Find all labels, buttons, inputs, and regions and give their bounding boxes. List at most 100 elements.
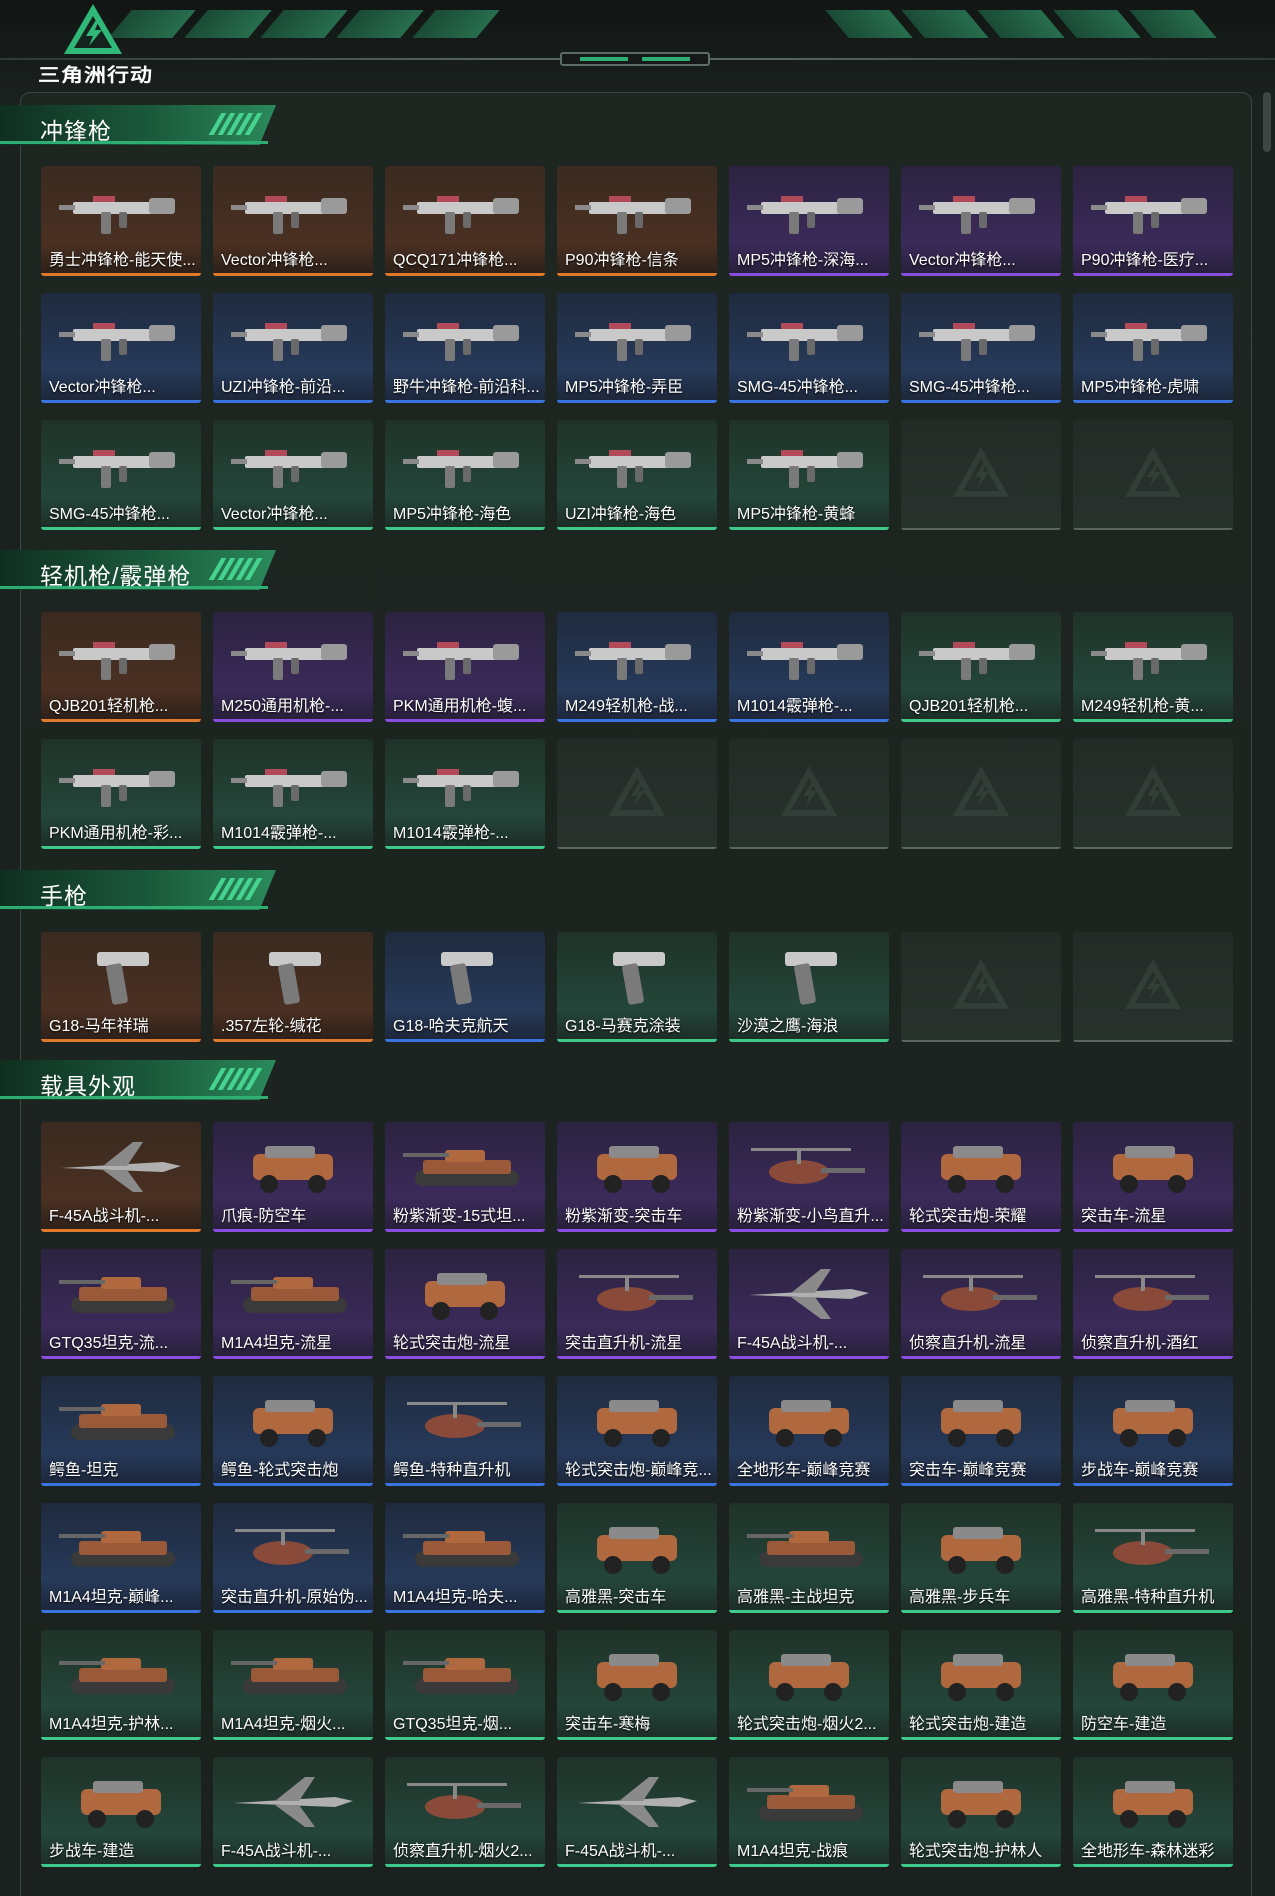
item-card[interactable]: 轮式突击炮-烟火2... bbox=[729, 1630, 889, 1740]
car-icon bbox=[569, 1515, 705, 1581]
item-card[interactable]: 轮式突击炮-建造 bbox=[901, 1630, 1061, 1740]
item-card[interactable]: 防空车-建造 bbox=[1073, 1630, 1233, 1740]
item-card[interactable]: SMG-45冲锋枪... bbox=[901, 293, 1061, 403]
item-card[interactable]: PKM通用机枪-彩... bbox=[41, 739, 201, 849]
item-card[interactable]: 突击直升机-原始伪... bbox=[213, 1503, 373, 1613]
item-card[interactable]: 鳄鱼-坦克 bbox=[41, 1376, 201, 1486]
item-label: G18-哈夫克航天 bbox=[393, 1018, 509, 1035]
item-card[interactable]: 爪痕-防空车 bbox=[213, 1122, 373, 1232]
item-card[interactable]: MP5冲锋枪-黄蜂 bbox=[729, 420, 889, 530]
item-card[interactable]: 粉紫渐变-突击车 bbox=[557, 1122, 717, 1232]
heli-icon bbox=[569, 1261, 705, 1327]
item-card[interactable]: 鳄鱼-特种直升机 bbox=[385, 1376, 545, 1486]
item-card[interactable]: M1014霰弹枪-... bbox=[385, 739, 545, 849]
item-card[interactable]: G18-马赛克涂装 bbox=[557, 932, 717, 1042]
car-icon bbox=[741, 1388, 877, 1454]
item-label: 轮式突击炮-巅峰竞... bbox=[565, 1462, 711, 1479]
item-card[interactable]: M1A4坦克-哈夫... bbox=[385, 1503, 545, 1613]
item-card[interactable]: G18-马年祥瑞 bbox=[41, 932, 201, 1042]
scrollbar[interactable] bbox=[1263, 92, 1271, 152]
item-card[interactable]: 轮式突击炮-护林人 bbox=[901, 1757, 1061, 1867]
item-card[interactable]: 轮式突击炮-荣耀 bbox=[901, 1122, 1061, 1232]
item-card[interactable]: 轮式突击炮-流星 bbox=[385, 1249, 545, 1359]
item-label: 侦察直升机-酒红 bbox=[1081, 1335, 1199, 1352]
item-card[interactable]: GTQ35坦克-烟... bbox=[385, 1630, 545, 1740]
item-label: PKM通用机枪-彩... bbox=[49, 825, 183, 842]
item-card[interactable]: 勇士冲锋枪-能天使... bbox=[41, 166, 201, 276]
item-card[interactable]: MP5冲锋枪-虎啸 bbox=[1073, 293, 1233, 403]
item-card[interactable]: M249轻机枪-战... bbox=[557, 612, 717, 722]
item-label: 轮式突击炮-荣耀 bbox=[909, 1208, 1027, 1225]
item-card[interactable]: F-45A战斗机-... bbox=[729, 1249, 889, 1359]
car-icon bbox=[569, 1388, 705, 1454]
item-card[interactable]: 全地形车-森林迷彩 bbox=[1073, 1757, 1233, 1867]
item-card[interactable]: 高雅黑-步兵车 bbox=[901, 1503, 1061, 1613]
item-card[interactable]: QJB201轻机枪... bbox=[901, 612, 1061, 722]
item-label: 轮式突击炮-建造 bbox=[909, 1716, 1027, 1733]
item-card[interactable]: .357左轮-缄花 bbox=[213, 932, 373, 1042]
item-card[interactable]: MP5冲锋枪-深海... bbox=[729, 166, 889, 276]
item-card[interactable]: 突击车-巅峰竞赛 bbox=[901, 1376, 1061, 1486]
item-card[interactable]: 轮式突击炮-巅峰竞... bbox=[557, 1376, 717, 1486]
item-card[interactable]: 侦察直升机-流星 bbox=[901, 1249, 1061, 1359]
item-card[interactable]: P90冲锋枪-信条 bbox=[557, 166, 717, 276]
item-card[interactable]: MP5冲锋枪-海色 bbox=[385, 420, 545, 530]
item-card[interactable]: 侦察直升机-烟火2... bbox=[385, 1757, 545, 1867]
section-banner: 冲锋枪 bbox=[0, 105, 276, 145]
item-card[interactable]: QCQ171冲锋枪... bbox=[385, 166, 545, 276]
item-card[interactable]: 突击车-寒梅 bbox=[557, 1630, 717, 1740]
tank-icon bbox=[397, 1515, 533, 1581]
item-card[interactable]: M1014霰弹枪-... bbox=[729, 612, 889, 722]
item-card[interactable]: 全地形车-巅峰竞赛 bbox=[729, 1376, 889, 1486]
item-card[interactable]: M250通用机枪-... bbox=[213, 612, 373, 722]
item-card[interactable]: Vector冲锋枪... bbox=[213, 420, 373, 530]
item-card[interactable]: 侦察直升机-酒红 bbox=[1073, 1249, 1233, 1359]
item-card[interactable]: MP5冲锋枪-弄臣 bbox=[557, 293, 717, 403]
item-label: 爪痕-防空车 bbox=[221, 1208, 307, 1225]
item-card[interactable]: F-45A战斗机-... bbox=[41, 1122, 201, 1232]
item-card[interactable]: GTQ35坦克-流... bbox=[41, 1249, 201, 1359]
item-card[interactable]: F-45A战斗机-... bbox=[557, 1757, 717, 1867]
item-card[interactable]: PKM通用机枪-蝮... bbox=[385, 612, 545, 722]
item-card[interactable]: 粉紫渐变-小鸟直升... bbox=[729, 1122, 889, 1232]
item-label: MP5冲锋枪-弄臣 bbox=[565, 379, 684, 396]
item-card[interactable]: UZI冲锋枪-海色 bbox=[557, 420, 717, 530]
item-card[interactable]: 高雅黑-特种直升机 bbox=[1073, 1503, 1233, 1613]
jet-icon bbox=[225, 1769, 361, 1835]
item-card[interactable]: M1A4坦克-烟火... bbox=[213, 1630, 373, 1740]
item-label: M1A4坦克-巅峰... bbox=[49, 1589, 174, 1606]
item-card[interactable]: QJB201轻机枪... bbox=[41, 612, 201, 722]
item-card[interactable]: M1A4坦克-战痕 bbox=[729, 1757, 889, 1867]
item-card[interactable]: 高雅黑-突击车 bbox=[557, 1503, 717, 1613]
item-card[interactable]: Vector冲锋枪... bbox=[213, 166, 373, 276]
item-card[interactable]: 步战车-建造 bbox=[41, 1757, 201, 1867]
tank-icon bbox=[741, 1515, 877, 1581]
item-card[interactable]: M249轻机枪-黄... bbox=[1073, 612, 1233, 722]
item-card[interactable]: M1A4坦克-护林... bbox=[41, 1630, 201, 1740]
item-card[interactable]: M1A4坦克-流星 bbox=[213, 1249, 373, 1359]
item-card[interactable]: G18-哈夫克航天 bbox=[385, 932, 545, 1042]
item-card[interactable]: UZI冲锋枪-前沿... bbox=[213, 293, 373, 403]
item-label: G18-马年祥瑞 bbox=[49, 1018, 149, 1035]
item-card[interactable]: M1A4坦克-巅峰... bbox=[41, 1503, 201, 1613]
item-card[interactable]: F-45A战斗机-... bbox=[213, 1757, 373, 1867]
item-card[interactable]: 高雅黑-主战坦克 bbox=[729, 1503, 889, 1613]
item-card[interactable]: Vector冲锋枪... bbox=[901, 166, 1061, 276]
gun-icon bbox=[397, 178, 533, 244]
item-card[interactable]: 粉紫渐变-15式坦... bbox=[385, 1122, 545, 1232]
item-card[interactable]: 鳄鱼-轮式突击炮 bbox=[213, 1376, 373, 1486]
item-label: M249轻机枪-战... bbox=[565, 698, 688, 715]
item-label: M1A4坦克-战痕 bbox=[737, 1843, 849, 1860]
item-card[interactable]: SMG-45冲锋枪... bbox=[41, 420, 201, 530]
item-card[interactable]: 步战车-巅峰竞赛 bbox=[1073, 1376, 1233, 1486]
item-card[interactable]: 沙漠之鹰-海浪 bbox=[729, 932, 889, 1042]
item-card[interactable]: M1014霰弹枪-... bbox=[213, 739, 373, 849]
item-card[interactable]: 突击车-流星 bbox=[1073, 1122, 1233, 1232]
item-label: P90冲锋枪-信条 bbox=[565, 252, 679, 269]
item-card[interactable]: Vector冲锋枪... bbox=[41, 293, 201, 403]
item-card[interactable]: 突击直升机-流星 bbox=[557, 1249, 717, 1359]
item-label: M1014霰弹枪-... bbox=[221, 825, 337, 842]
item-card[interactable]: P90冲锋枪-医疗... bbox=[1073, 166, 1233, 276]
item-card[interactable]: 野牛冲锋枪-前沿科... bbox=[385, 293, 545, 403]
item-card[interactable]: SMG-45冲锋枪... bbox=[729, 293, 889, 403]
